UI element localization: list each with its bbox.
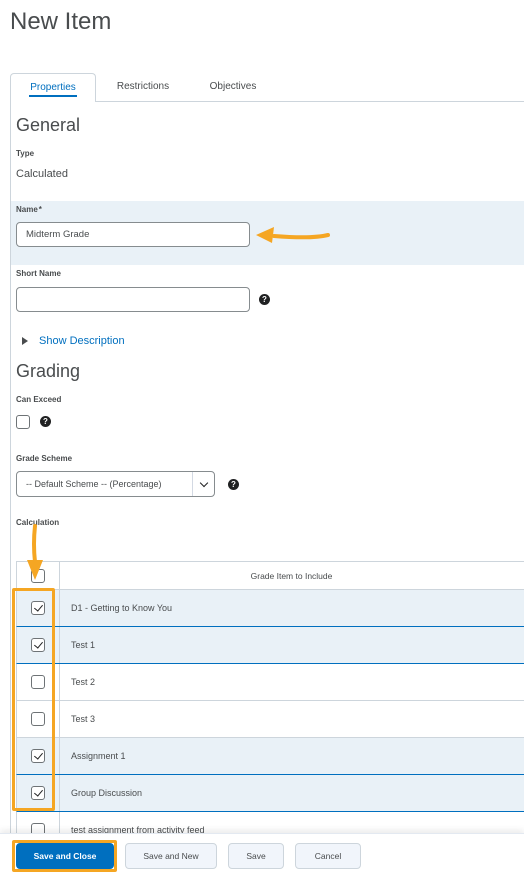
column-divider [59,701,60,737]
row-label: Test 1 [71,640,96,650]
table-row[interactable]: Group Discussion [16,775,524,812]
table-row[interactable]: Test 3 [16,701,524,738]
help-icon[interactable]: ? [228,479,239,490]
general-heading: General [16,115,81,135]
show-description-text: Show Description [39,335,125,347]
type-value: Calculated [16,168,68,180]
row-label: Assignment 1 [71,751,126,761]
page-title: New Item [10,8,112,35]
grade-scheme-select[interactable]: -- Default Scheme -- (Percentage) [16,471,215,497]
can-exceed-label: Can Exceed [16,395,62,404]
grade-scheme-label: Grade Scheme [16,454,73,463]
tab-objectives[interactable]: Objectives [200,73,266,102]
grade-scheme-value: -- Default Scheme -- (Percentage) [26,479,162,489]
expand-triangle-icon [22,337,28,345]
help-icon[interactable]: ? [259,294,270,305]
grading-heading: Grading [16,361,81,381]
annotation-arrow-icon [256,227,330,243]
show-description-link[interactable]: Show Description [22,335,125,347]
table-row[interactable]: Assignment 1 [16,738,524,775]
short-name-label: Short Name [16,269,61,278]
column-divider [59,590,60,626]
annotation-arrow-icon [27,524,43,580]
tab-properties[interactable]: Properties [10,73,96,102]
checkbox-highlight-box [12,588,55,811]
row-label: Test 3 [71,714,96,724]
name-input[interactable]: Midterm Grade [16,222,250,247]
required-mark: * [38,205,42,214]
can-exceed-checkbox[interactable] [16,415,30,429]
table-row[interactable]: Test 2 [16,664,524,701]
row-label: Test 2 [71,677,96,687]
column-divider [59,738,60,774]
table-row[interactable]: Test 1 [16,627,524,664]
cancel-button[interactable]: Cancel [295,843,361,869]
short-name-input[interactable] [16,287,250,312]
save-button[interactable]: Save [228,843,284,869]
save-and-new-button[interactable]: Save and New [125,843,217,869]
tab-restrictions[interactable]: Restrictions [108,73,178,102]
grid-header-row: Grade Item to Include [16,561,524,590]
column-divider [59,664,60,700]
column-header-grade-item: Grade Item to Include [250,571,333,581]
tab-bar: Properties Restrictions Objectives [10,73,524,102]
name-label: Name* [16,205,42,214]
type-label: Type [16,149,35,158]
row-label: D1 - Getting to Know You [71,603,173,613]
table-row[interactable]: D1 - Getting to Know You [16,590,524,627]
column-divider [59,775,60,811]
save-close-highlight-box [12,840,117,872]
column-divider [59,627,60,663]
row-label: Group Discussion [71,788,143,798]
name-label-text: Name [16,205,38,214]
help-icon[interactable]: ? [40,416,51,427]
chevron-down-icon [199,478,209,488]
select-caret-box [192,472,214,496]
